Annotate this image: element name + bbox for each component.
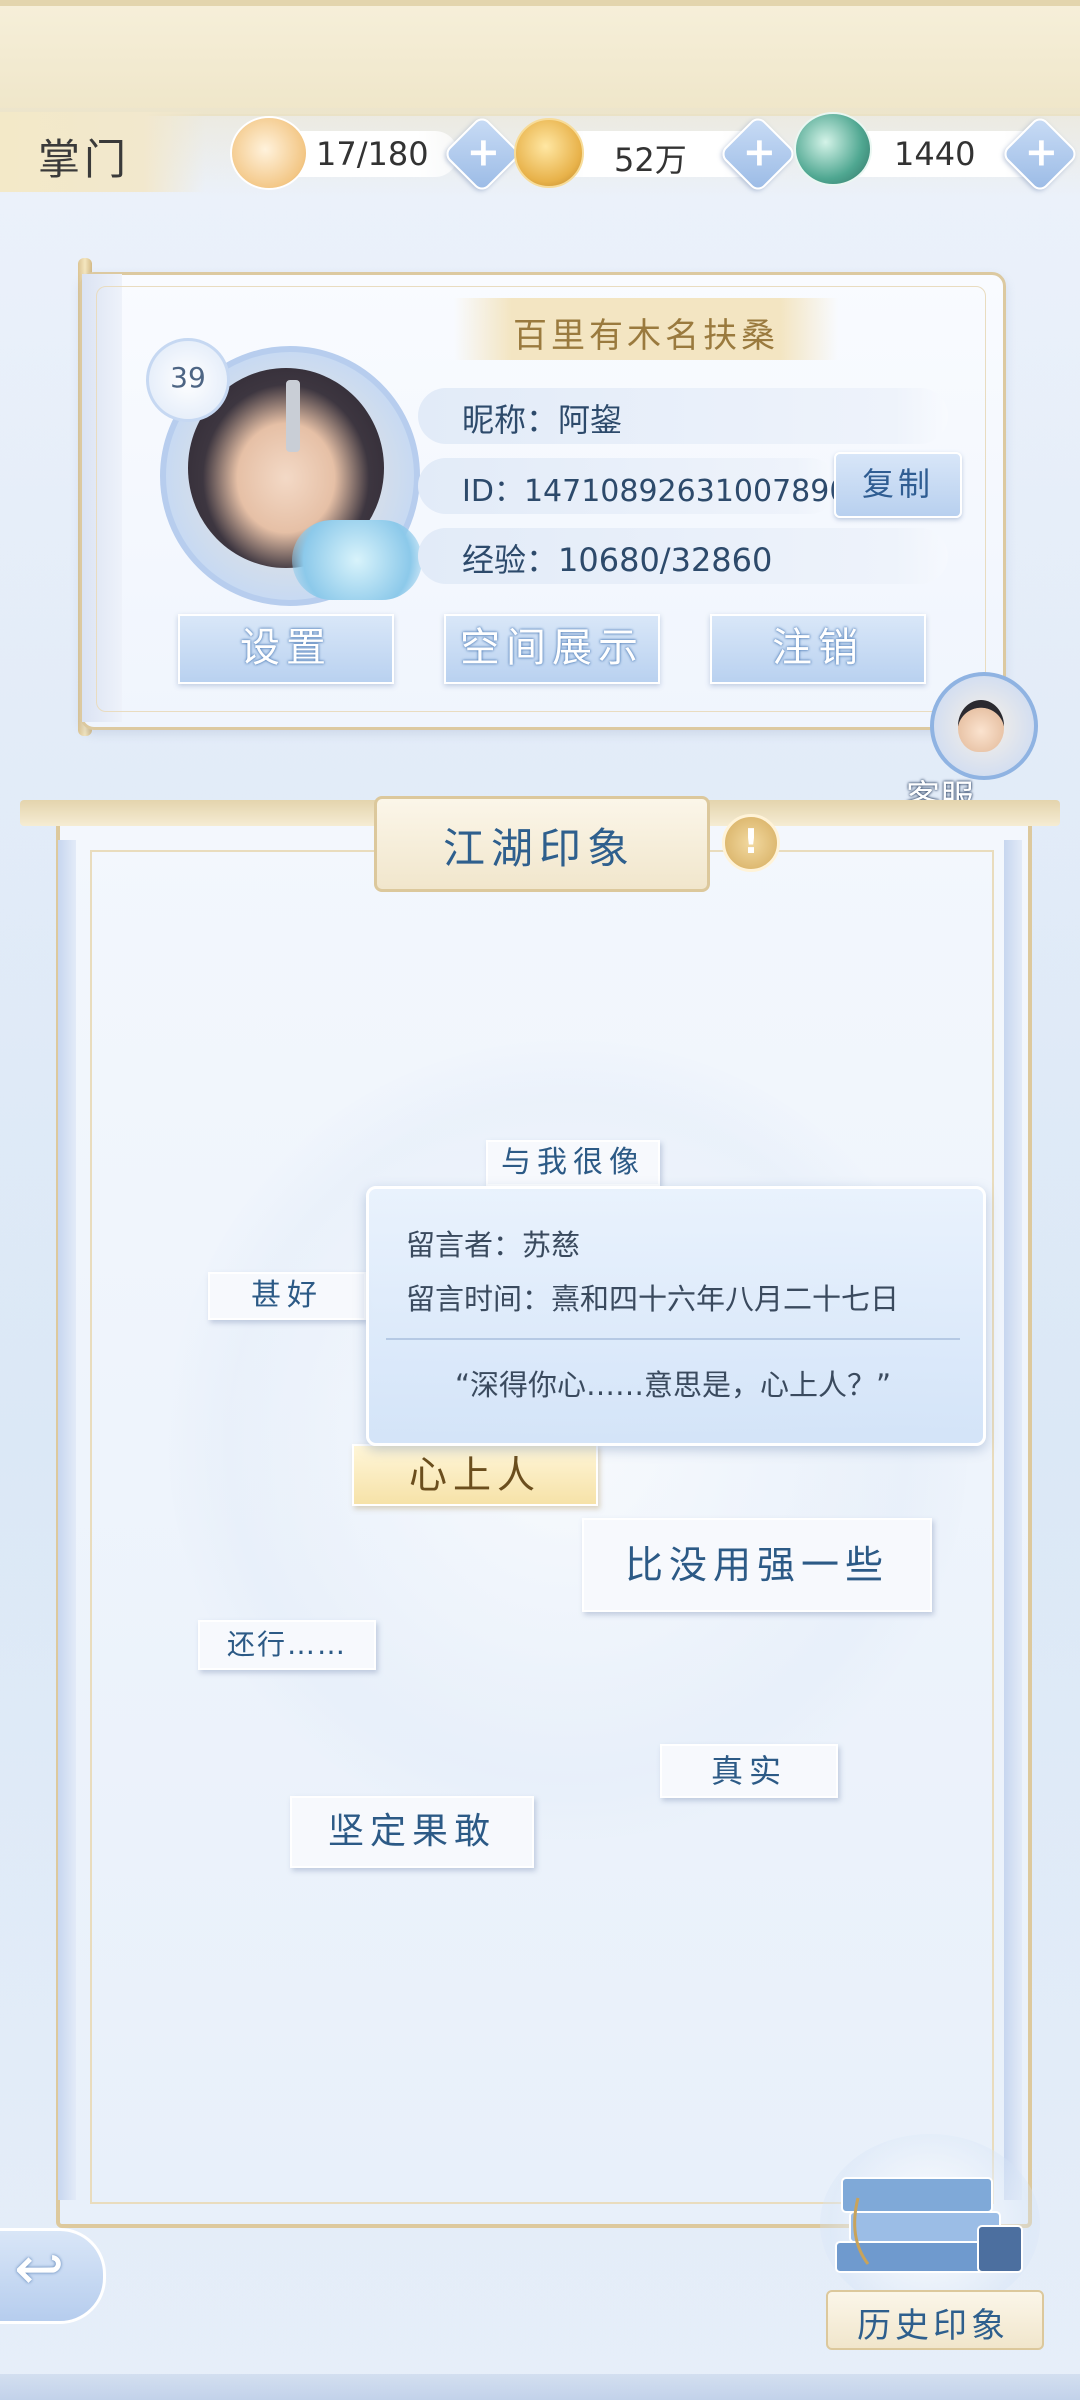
exp-text: 经验：10680/32860 [462,541,773,579]
crystal-decoration [292,520,422,600]
player-title: 百里有木名扶桑 [513,316,779,356]
settings-button[interactable]: 设置 [178,614,394,684]
info-exclamation-icon[interactable]: ! [722,814,780,872]
coin-icon [514,118,584,188]
impression-tag[interactable]: 真实 [660,1744,838,1798]
panel-title: 江湖印象 [442,824,635,873]
coin-value: 52万 [614,141,687,179]
logout-button[interactable]: 注销 [710,614,926,684]
space-display-button[interactable]: 空间展示 [444,614,660,684]
cat-stamina-icon [230,116,308,190]
nickname-text: 昵称：阿鋆 [462,401,623,439]
top-header-band [0,0,1080,116]
impression-tag[interactable]: 还行…… [198,1620,376,1670]
impression-tag[interactable]: 甚好 [208,1272,366,1320]
impression-tag[interactable]: 比没用强一些 [582,1518,932,1612]
popup-divider [386,1338,960,1340]
page-title: 掌门 [38,135,131,184]
level-badge: 39 [146,338,230,422]
panel-side-left [58,840,76,2200]
popup-quote: “深得你心……意思是，心上人？” [454,1368,892,1402]
id-text: ID：147108926310078908 [462,474,868,509]
history-impression-button[interactable]: 历史印象 [826,2298,1040,2347]
jade-value: 1440 [894,135,976,173]
panel-side-right [1004,840,1022,2200]
bottom-strip [0,2374,1080,2400]
support-character-face [958,700,1004,752]
popup-author: 留言者：苏慈 [406,1228,581,1262]
impression-tag[interactable]: 坚定果敢 [290,1796,534,1868]
jade-dragon-icon [794,112,872,186]
impression-tag[interactable]: 与我很像 [486,1140,660,1186]
copy-id-button[interactable]: 复制 [834,452,962,518]
books-icon[interactable] [828,2168,1028,2276]
hair-ornament [286,380,300,452]
popup-time: 留言时间：熹和四十六年八月二十七日 [406,1282,900,1316]
impression-tag-selected[interactable]: 心上人 [352,1444,598,1506]
back-arrow-icon: ↩ [14,2234,65,2304]
stamina-value: 17/180 [316,135,429,173]
